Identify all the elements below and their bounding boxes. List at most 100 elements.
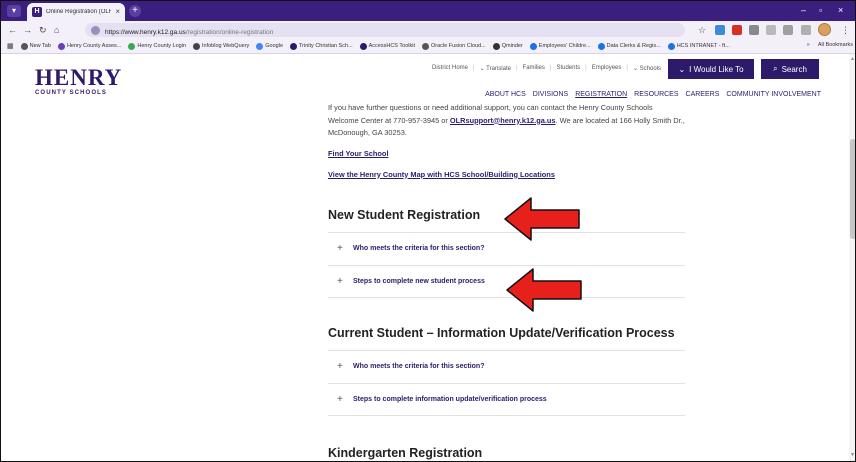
bookmark-label: Google <box>265 43 284 49</box>
all-bookmarks-button[interactable]: All Bookmarks <box>818 42 853 48</box>
main-nav-item[interactable]: ABOUT HCS <box>485 91 526 98</box>
bookmark-label: Infoblog WebQuery <box>201 43 250 49</box>
web-page: HENRY COUNTY SCHOOLS District Home | ⌄ Tra… <box>1 54 849 461</box>
reload-icon[interactable]: ↻ <box>39 25 47 35</box>
nav-separator: | <box>626 65 628 71</box>
nav-separator: | <box>473 65 475 71</box>
bookmark-favicon-icon <box>290 42 298 50</box>
main-nav-item[interactable]: DIVISIONS <box>533 91 568 98</box>
bookmark-item[interactable]: Google <box>256 42 284 50</box>
back-arrow-icon[interactable]: ← <box>8 25 17 35</box>
utility-nav-item[interactable]: Employees <box>592 65 622 72</box>
bookmark-item[interactable]: Employees' Childre... <box>529 42 591 50</box>
tab-search-icon[interactable]: ▾ <box>7 5 21 17</box>
bookmark-favicon-icon <box>529 42 537 50</box>
browser-menu-icon[interactable]: ⋮ <box>841 25 850 35</box>
profile-avatar[interactable] <box>818 23 831 36</box>
tab-title: Online Registration (OLR) - Ho <box>46 9 111 15</box>
bookmark-item[interactable]: Trinity Christian Sch... <box>290 42 353 50</box>
accordion-label: Who meets the criteria for this section? <box>353 245 485 252</box>
search-label: Search <box>781 64 807 74</box>
find-your-school-link[interactable]: Find Your School <box>328 149 685 158</box>
bookmark-item[interactable]: Henry County Asses... <box>57 42 122 50</box>
utility-nav-item[interactable]: District Home <box>432 65 468 72</box>
site-info-icon[interactable] <box>91 25 100 35</box>
bookmark-item[interactable]: Henry County Login <box>128 42 186 50</box>
i-would-like-to-label: I Would Like To <box>689 64 744 74</box>
plus-icon: + <box>337 393 343 405</box>
contact-paragraph: If you have further questions or need ad… <box>328 103 685 137</box>
side-panel-icon[interactable] <box>801 25 811 35</box>
henry-county-logo[interactable]: HENRY COUNTY SCHOOLS <box>35 66 122 96</box>
bookmark-item[interactable]: AccessHCS Toolkit <box>359 42 415 50</box>
tab-close-icon[interactable]: × <box>115 8 120 16</box>
scrollbar-thumb[interactable] <box>850 139 855 239</box>
url-domain: https://www.henry.k12.ga.us <box>105 29 186 36</box>
page-scrollbar[interactable]: ▲ ▼ <box>849 54 855 461</box>
utility-nav-item[interactable]: ⌄ Translate <box>480 65 511 72</box>
bookmarks-overflow-icon[interactable]: » <box>807 42 810 48</box>
close-window-icon[interactable]: × <box>838 5 843 15</box>
kindergarten-heading: Kindergarten Registration <box>328 445 483 460</box>
i-would-like-to-button[interactable]: ⌄ I Would Like To <box>668 59 754 79</box>
bookmark-item[interactable]: Oracle Fusion Cloud... <box>421 42 486 50</box>
bookmark-item[interactable]: HCS INTRANET - ft... <box>667 42 730 50</box>
scroll-up-icon[interactable]: ▲ <box>850 56 855 62</box>
chevron-down-icon: ⌄ <box>632 66 640 72</box>
accordion-current-criteria[interactable]: + Who meets the criteria for this sectio… <box>328 349 685 383</box>
nav-separator: | <box>549 65 552 71</box>
extension-icon[interactable] <box>732 25 742 35</box>
utility-nav-label: Students <box>556 65 581 71</box>
extension-icon[interactable] <box>749 25 759 35</box>
site-favicon-icon: H <box>32 7 42 17</box>
address-bar[interactable]: https://www.henry.k12.ga.us/registration… <box>85 23 685 37</box>
bookmark-label: Henry County Login <box>137 43 186 49</box>
new-tab-plus-icon[interactable]: + <box>129 5 141 17</box>
main-nav-item[interactable]: CAREERS <box>686 91 720 98</box>
utility-nav-item[interactable]: Students <box>556 65 580 72</box>
bookmark-item[interactable]: Infoblog WebQuery <box>192 42 250 50</box>
main-navigation: ABOUT HCS DIVISIONS REGISTRATION RESOURCES C… <box>485 91 821 98</box>
forward-arrow-icon[interactable]: → <box>23 25 32 35</box>
extension-icon[interactable] <box>766 25 776 35</box>
main-nav-item[interactable]: COMMUNITY INVOLVEMENT <box>726 91 821 98</box>
current-student-heading: Current Student – Information Update/Ver… <box>328 325 675 340</box>
bookmark-item[interactable]: Qminder <box>492 42 523 50</box>
bookmark-favicon-icon <box>597 42 605 50</box>
bookmark-item[interactable]: Data Clerks & Regis... <box>597 42 661 50</box>
bookmark-star-icon[interactable]: ☆ <box>698 25 706 35</box>
utility-nav-label: District Home <box>432 65 469 71</box>
bookmark-label: Oracle Fusion Cloud... <box>430 43 486 49</box>
search-button[interactable]: ⌕ Search <box>761 59 819 79</box>
main-nav-item[interactable]: RESOURCES <box>634 91 678 98</box>
apps-grid-icon[interactable]: ▦ <box>7 42 14 50</box>
bookmark-label: Employees' Childre... <box>538 43 591 49</box>
bookmark-label: Qminder <box>501 43 523 49</box>
bookmark-item[interactable]: New Tab <box>20 42 51 50</box>
browser-tab-active[interactable]: H Online Registration (OLR) - Ho × <box>27 3 125 21</box>
minimize-icon[interactable]: – <box>801 5 806 15</box>
nav-separator: | <box>585 65 587 71</box>
chevron-down-icon: ⌄ <box>678 64 686 74</box>
bookmark-favicon-icon <box>256 42 264 50</box>
scroll-down-icon[interactable]: ▼ <box>850 452 855 458</box>
extensions-puzzle-icon[interactable] <box>783 25 793 35</box>
utility-nav-label: Schools <box>639 66 661 72</box>
utility-nav-item[interactable]: Families <box>523 65 545 72</box>
url-path: /registration/online-registration <box>185 29 274 36</box>
maximize-icon[interactable]: ▫ <box>819 5 822 15</box>
support-email-link[interactable]: OLRsupport@henry.k12.ga.us <box>450 116 556 125</box>
accordion-current-steps[interactable]: + Steps to complete information update/v… <box>328 382 685 416</box>
plus-icon: + <box>337 275 343 287</box>
browser-toolbar: ← → ↻ ⌂ https://www.henry.k12.ga.us/regi… <box>1 21 855 39</box>
bookmark-label: Data Clerks & Regis... <box>606 43 661 49</box>
nav-separator: | <box>515 65 518 71</box>
home-icon[interactable]: ⌂ <box>54 25 59 35</box>
utility-nav-item[interactable]: ⌄ Schools <box>633 65 661 72</box>
bookmark-label: Henry County Asses... <box>66 43 122 49</box>
bookmark-favicon-icon <box>492 42 500 50</box>
county-map-link[interactable]: View the Henry County Map with HCS Schoo… <box>328 170 685 179</box>
main-nav-item[interactable]: REGISTRATION <box>575 91 627 98</box>
screenshot-frame: ▾ H Online Registration (OLR) - Ho × + –… <box>0 0 856 462</box>
extension-icon[interactable] <box>715 25 725 35</box>
